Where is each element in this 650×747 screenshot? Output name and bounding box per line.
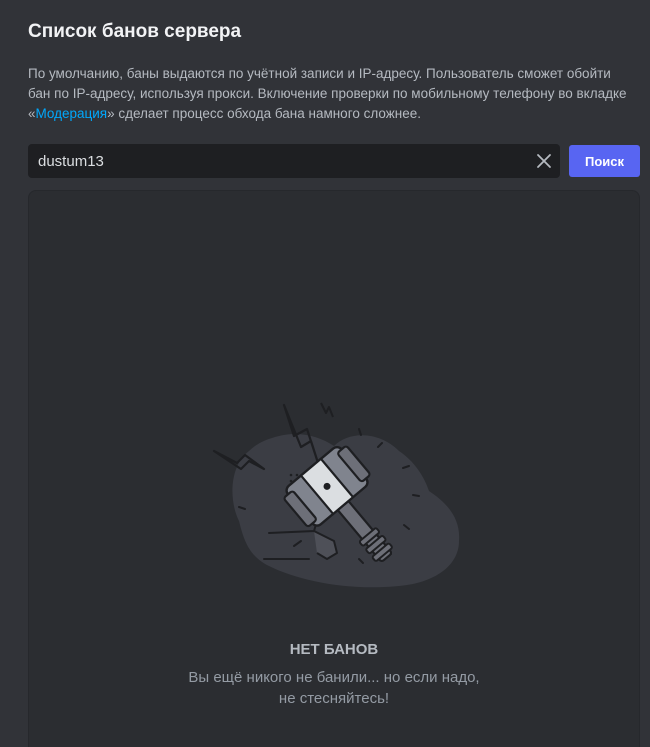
ban-description: По умолчанию, баны выдаются по учётной з… (28, 64, 628, 124)
ban-hammer-illustration (212, 402, 460, 588)
bans-panel: НЕТ БАНОВ Вы ещё никого не банили... но … (28, 190, 640, 747)
empty-state-line-1: Вы ещё никого не банили... но если надо, (188, 669, 480, 686)
ban-list-page: Список банов сервера По умолчанию, баны … (0, 0, 650, 747)
description-text-after: » сделает процесс обхода бана намного сл… (107, 106, 421, 121)
search-box (28, 144, 560, 178)
close-icon[interactable] (528, 144, 560, 178)
empty-state-line-2: не стесняйтесь! (278, 690, 390, 707)
moderation-link[interactable]: Модерация (36, 106, 108, 121)
search-input[interactable] (28, 144, 528, 178)
search-button[interactable]: Поиск (569, 145, 640, 177)
empty-state-title: НЕТ БАНОВ (289, 641, 379, 658)
page-title: Список банов сервера (28, 21, 242, 42)
empty-state-text: Вы ещё никого не банили... но если надо,… (29, 667, 639, 709)
